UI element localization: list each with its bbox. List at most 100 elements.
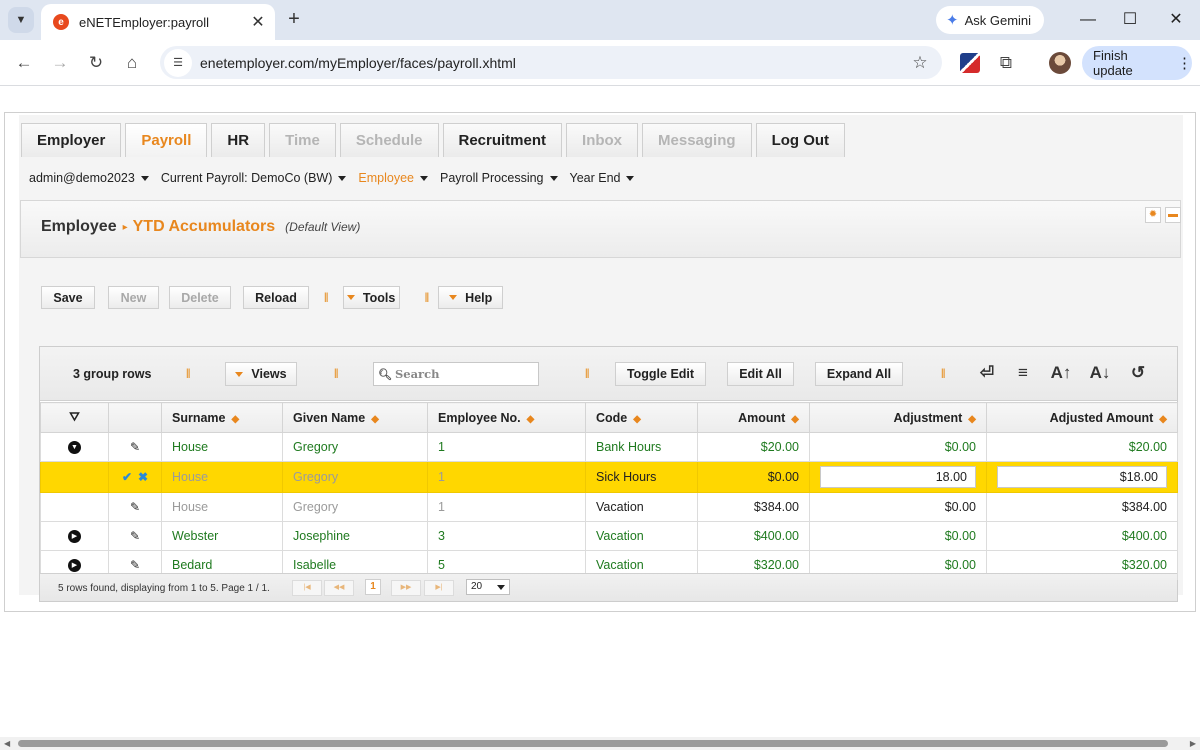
tab-close-icon[interactable]: ✕ [247, 11, 269, 33]
column-header-surname[interactable]: Surname ◆ [161, 402, 283, 433]
address-bar[interactable]: ☰ enetemployer.com/myEmployer/faces/payr… [160, 46, 942, 79]
delete-button[interactable]: Delete [169, 286, 231, 309]
minimize-icon[interactable]: — [1076, 8, 1100, 32]
column-header-adjustment[interactable]: Adjustment ◆ [809, 402, 987, 433]
column-header-employee-no[interactable]: Employee No. ◆ [427, 402, 586, 433]
maximize-icon[interactable]: ☐ [1118, 8, 1142, 32]
collapse-minus-icon[interactable]: ▬ [1165, 207, 1181, 223]
breadcrumb-root[interactable]: Employee [41, 218, 117, 236]
edit-pencil-icon[interactable]: ✎ [130, 440, 140, 454]
row-edit-cell[interactable]: ✎ [108, 521, 162, 551]
tab-time[interactable]: Time [269, 123, 336, 157]
row-expander[interactable]: ▶ [40, 521, 109, 551]
filter-column-header[interactable]: ⛛ [40, 402, 109, 433]
user-menu[interactable]: admin@demo2023 [29, 171, 149, 185]
tab-inbox[interactable]: Inbox [566, 123, 639, 157]
sort-icon[interactable]: ◆ [968, 414, 976, 425]
reload-button[interactable]: Reload [243, 286, 309, 309]
tab-payroll[interactable]: Payroll [125, 123, 208, 157]
cancel-x-icon[interactable]: ✖ [138, 470, 148, 484]
settings-gear-icon[interactable]: ✹ [1145, 207, 1161, 223]
forward-icon[interactable]: → [48, 51, 72, 75]
tab-employer[interactable]: Employer [21, 123, 122, 157]
sort-icon[interactable]: ◆ [633, 414, 641, 425]
column-header-amount[interactable]: Amount ◆ [697, 402, 810, 433]
site-info-icon[interactable]: ☰ [164, 48, 192, 77]
sort-icon[interactable]: ◆ [791, 414, 799, 425]
first-page-icon[interactable]: |◀ [292, 580, 322, 596]
payroll-processing-menu[interactable]: Payroll Processing [440, 171, 558, 185]
page-number-button[interactable]: 1 [365, 579, 381, 595]
tools-button[interactable]: Tools [342, 286, 400, 309]
scroll-left-icon[interactable]: ◀ [4, 739, 10, 748]
new-tab-icon[interactable]: + [283, 8, 305, 30]
ask-gemini-button[interactable]: ✦ Ask Gemini [936, 6, 1044, 34]
scrollbar-thumb[interactable] [18, 740, 1168, 747]
wrap-text-icon[interactable]: ⏎ [975, 361, 999, 385]
table-row[interactable]: ▶ ✎ Webster Josephine 3 Vacation $400.00… [40, 521, 1178, 551]
extension-flag-icon[interactable] [960, 53, 980, 73]
expand-all-button[interactable]: Expand All [815, 362, 903, 386]
save-button[interactable]: Save [41, 286, 95, 309]
column-header-given-name[interactable]: Given Name ◆ [282, 402, 428, 433]
profile-avatar[interactable] [1049, 52, 1071, 74]
row-expander[interactable]: ▼ [40, 432, 109, 462]
help-button[interactable]: Help [438, 286, 504, 309]
edit-pencil-icon[interactable]: ✎ [130, 500, 140, 514]
finish-update-button[interactable]: Finish update ⋮ [1082, 46, 1192, 80]
font-increase-icon[interactable]: A↑ [1049, 361, 1073, 385]
table-row[interactable]: ✎ House Gregory 1 Vacation $384.00 $0.00… [40, 492, 1178, 522]
font-decrease-icon[interactable]: A↓ [1088, 361, 1112, 385]
views-button[interactable]: Views [225, 362, 297, 386]
browser-tab[interactable]: e eNETEmployer:payroll ✕ [41, 4, 275, 40]
reload-icon[interactable]: ↻ [84, 51, 108, 75]
tab-hr[interactable]: HR [211, 123, 266, 157]
save-check-icon[interactable]: ✔ [122, 470, 132, 484]
tab-messaging[interactable]: Messaging [642, 123, 752, 157]
prev-page-icon[interactable]: ◀◀ [324, 580, 354, 596]
adjustment-input[interactable]: 18.00 [820, 466, 976, 488]
tab-log-out[interactable]: Log Out [755, 123, 846, 157]
edit-all-button[interactable]: Edit All [727, 362, 794, 386]
reset-icon[interactable]: ↺ [1126, 361, 1150, 385]
last-page-icon[interactable]: ▶| [424, 580, 454, 596]
row-edit-cell[interactable]: ✎ [108, 492, 162, 522]
scroll-right-icon[interactable]: ▶ [1190, 739, 1196, 748]
sort-icon[interactable]: ◆ [527, 414, 535, 425]
page-size-select[interactable]: 20 [466, 579, 510, 595]
employee-menu[interactable]: Employee [358, 171, 428, 185]
tab-search-button[interactable]: ▼ [8, 7, 34, 33]
year-end-menu[interactable]: Year End [570, 171, 635, 185]
table-row[interactable]: ▼ ✎ House Gregory 1 Bank Hours $20.00 $0… [40, 432, 1178, 462]
current-payroll-menu[interactable]: Current Payroll: DemoCo (BW) [161, 171, 347, 185]
expand-group-icon[interactable]: ▶ [68, 530, 81, 544]
adjusted-amount-input[interactable]: $18.00 [997, 466, 1167, 488]
tab-recruitment[interactable]: Recruitment [442, 123, 563, 157]
edit-pencil-icon[interactable]: ✎ [130, 529, 140, 543]
more-menu-icon[interactable]: ⋮ [1177, 54, 1192, 72]
close-window-icon[interactable]: ✕ [1164, 8, 1188, 32]
table-row-editing[interactable]: ✔ ✖ House Gregory 1 Sick Hours $0.00 18.0… [40, 461, 1178, 493]
search-input[interactable]: 🔍︎ Search [373, 362, 539, 386]
clear-filter-icon[interactable]: ≡ [1011, 361, 1035, 385]
horizontal-scrollbar[interactable]: ◀ ▶ [0, 737, 1200, 750]
row-edit-cell[interactable]: ✎ [108, 432, 162, 462]
next-page-icon[interactable]: ▶▶ [391, 580, 421, 596]
extensions-puzzle-icon[interactable]: ⧉ [996, 53, 1016, 73]
column-header-adjusted-amount[interactable]: Adjusted Amount ◆ [986, 402, 1178, 433]
sort-icon[interactable]: ◆ [232, 414, 240, 425]
column-header-code[interactable]: Code ◆ [585, 402, 698, 433]
url-text[interactable]: enetemployer.com/myEmployer/faces/payrol… [200, 55, 906, 71]
toggle-edit-button[interactable]: Toggle Edit [615, 362, 706, 386]
edit-pencil-icon[interactable]: ✎ [130, 558, 140, 572]
home-icon[interactable]: ⌂ [120, 51, 144, 75]
bookmark-star-icon[interactable]: ☆ [906, 53, 934, 73]
new-button[interactable]: New [108, 286, 159, 309]
expand-group-icon[interactable]: ▶ [68, 559, 81, 573]
back-icon[interactable]: ← [12, 51, 36, 75]
tab-schedule[interactable]: Schedule [339, 123, 439, 157]
collapse-group-icon[interactable]: ▼ [68, 441, 81, 455]
sort-icon[interactable]: ◆ [1159, 414, 1167, 425]
sort-icon[interactable]: ◆ [371, 414, 379, 425]
filter-icon[interactable]: ⛛ [69, 410, 80, 424]
